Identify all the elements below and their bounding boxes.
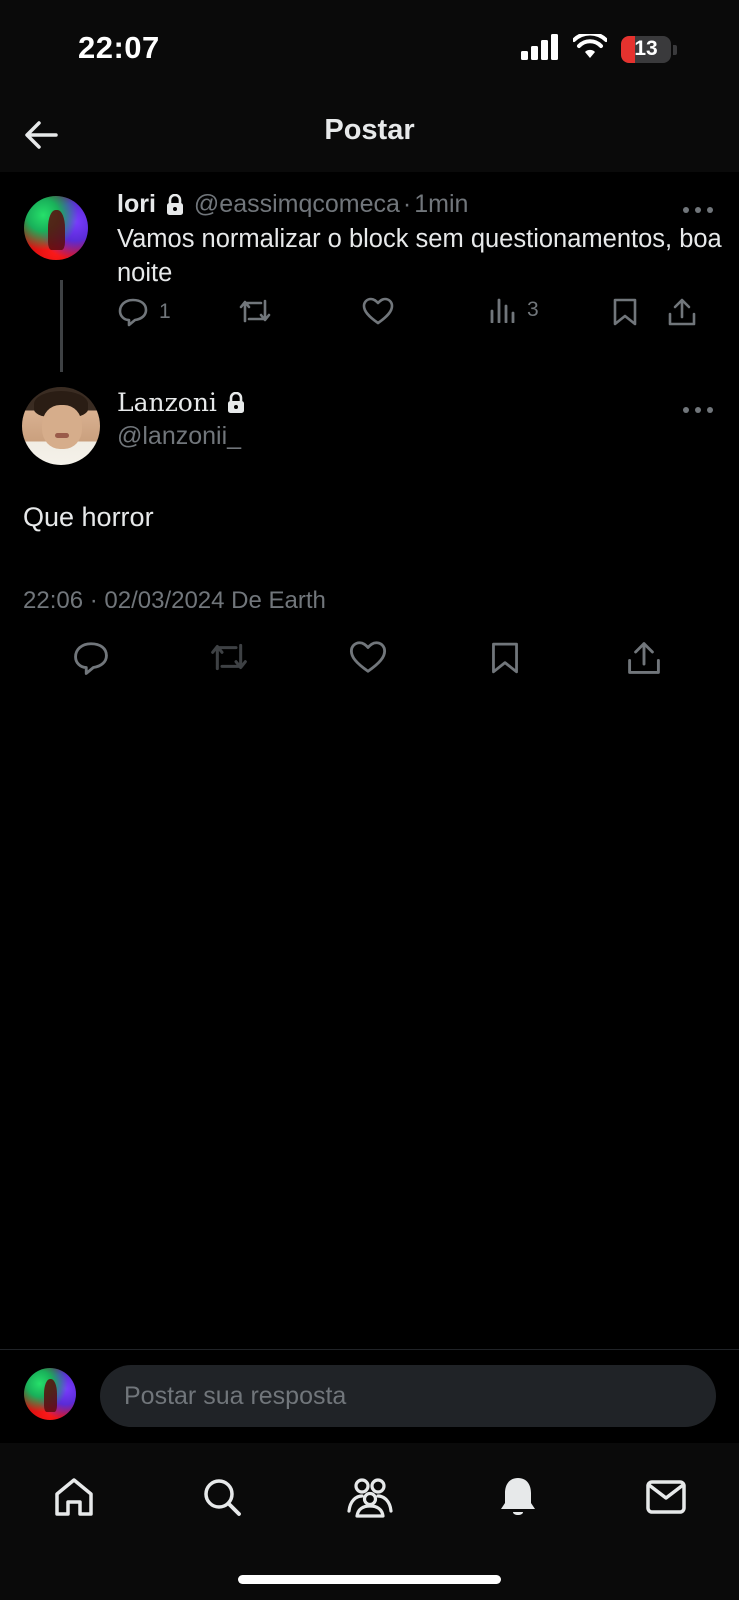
reply-icon [74,642,108,675]
repost-icon [211,643,247,671]
nav-communities[interactable] [340,1467,400,1527]
views-count: 3 [527,298,539,321]
repost-button[interactable] [237,297,273,325]
more-dot-icon [695,207,701,213]
post-actions [0,640,739,686]
notifications-icon [501,1478,535,1515]
post-actions: 1 3 [117,297,717,337]
more-options-button[interactable] [683,400,713,420]
avatar-mouth [55,433,69,438]
views-icon [490,298,515,323]
page-title: Postar [324,114,415,146]
home-icon [55,1478,93,1516]
status-icons: 13 [521,31,677,65]
status-time: 22:07 [78,30,160,65]
like-button[interactable] [349,640,387,679]
display-name[interactable]: lori [117,190,156,219]
battery-nub [673,44,677,55]
like-button[interactable] [362,297,394,325]
reply-bar [0,1349,739,1443]
communities-icon [347,1478,393,1518]
reply-button[interactable]: 1 [117,297,171,327]
share-icon [668,298,696,326]
search-icon [204,1479,241,1516]
more-dot-icon [683,407,689,413]
wifi-icon [572,31,608,65]
more-dot-icon [695,407,701,413]
bookmark-icon [492,642,518,674]
reply-button[interactable] [72,640,110,681]
display-name[interactable]: Lanzoni [117,388,217,417]
views-button[interactable]: 3 [489,297,539,323]
more-dot-icon [683,207,689,213]
post-meta: 22:06 · 02/03/2024 De Earth [23,587,326,614]
avatar[interactable] [24,196,88,260]
post-header: lori @eassimqcomeca · 1min [117,190,468,219]
post-text: Vamos normalizar o block sem questioname… [117,225,722,287]
lock-icon [166,193,184,216]
more-options-button[interactable] [683,200,713,220]
status-bar: 22:07 13 [0,0,739,100]
avatar-face [42,405,82,449]
handle[interactable]: @eassimqcomeca [194,190,400,219]
nav-notifications[interactable] [488,1467,548,1527]
post-text: Que horror [23,502,154,532]
parent-post[interactable]: lori @eassimqcomeca · 1min Vamos normali… [0,172,739,382]
more-dot-icon [707,407,713,413]
nav-home[interactable] [44,1467,104,1527]
heart-icon [349,641,387,673]
avatar-figure [43,1379,58,1412]
repost-icon [239,299,271,323]
header: Postar [0,100,739,172]
separator: · [402,190,412,218]
nav-messages[interactable] [636,1467,696,1527]
battery-level: 13 [634,37,658,60]
screen: 22:07 13 Postar lori @eassimqcomeca · 1m… [0,0,739,1600]
heart-icon [362,297,394,325]
avatar-figure [48,210,65,250]
battery-icon: 13 [621,36,671,63]
more-dot-icon [707,207,713,213]
reply-count: 1 [159,300,171,323]
handle[interactable]: @lanzonii_ [117,422,241,451]
avatar[interactable] [22,387,100,465]
avatar[interactable] [24,1368,76,1420]
reply-icon [118,298,148,327]
lock-icon [227,391,245,414]
signal-icon [521,34,559,65]
repost-button[interactable] [208,640,250,679]
bottom-nav [0,1443,739,1600]
reply-input[interactable] [100,1365,716,1427]
share-button[interactable] [667,297,697,327]
thread-line [60,280,63,372]
share-button[interactable] [626,640,662,681]
bookmark-button[interactable] [612,297,638,327]
bookmark-button[interactable] [490,640,520,681]
bookmark-icon [613,298,637,326]
share-icon [628,642,660,674]
messages-icon [646,1480,686,1514]
nav-search[interactable] [192,1467,252,1527]
home-indicator[interactable] [238,1575,501,1584]
post-author: Lanzoni [117,388,255,417]
post-time: 1min [414,190,469,218]
